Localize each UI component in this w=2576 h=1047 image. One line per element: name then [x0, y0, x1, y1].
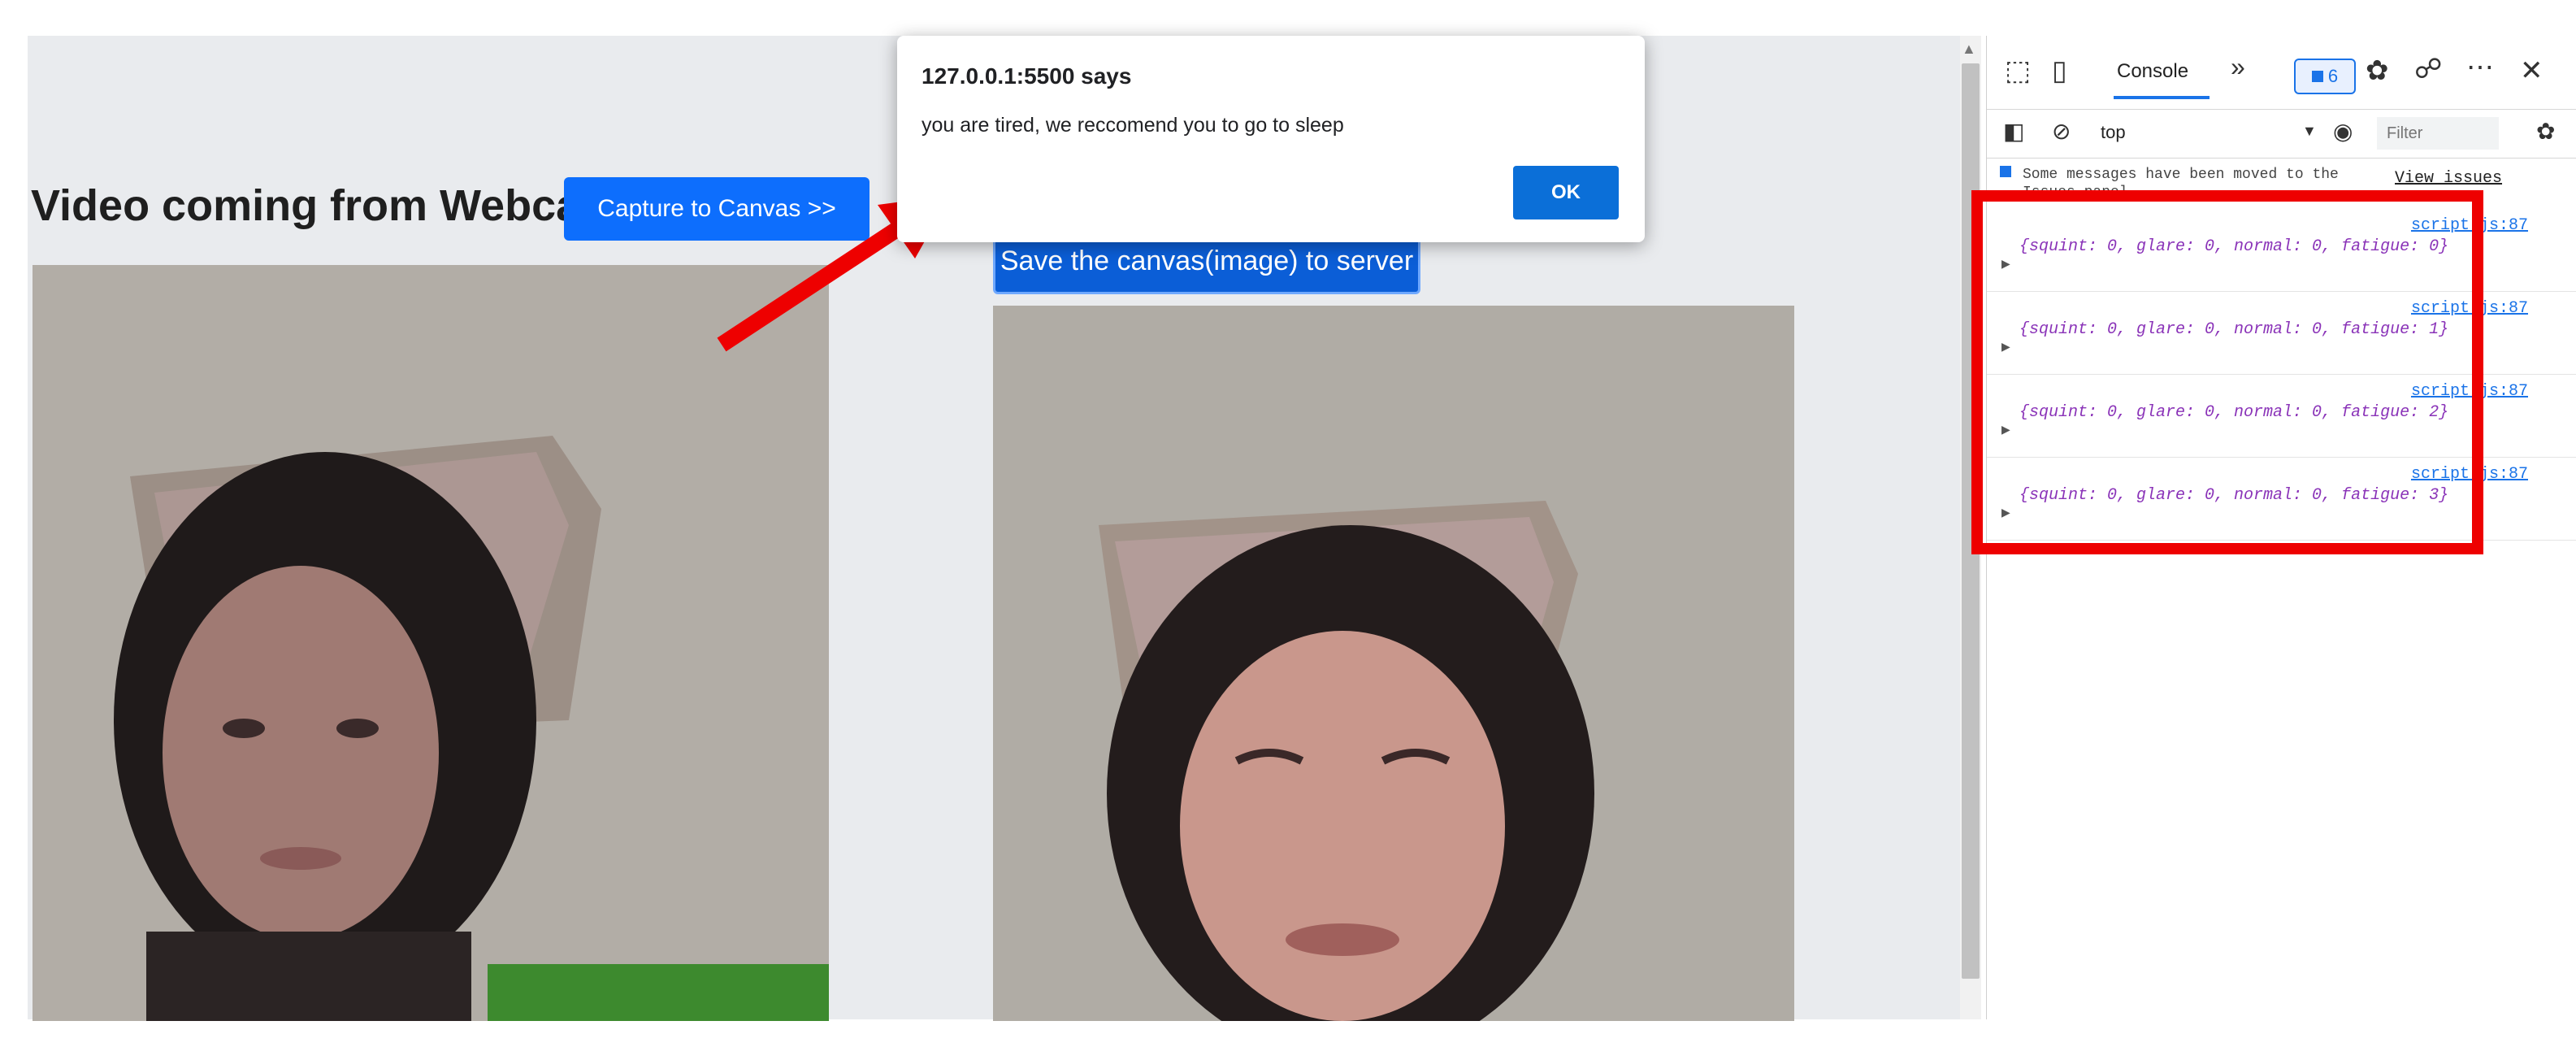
issues-flag-icon — [2311, 71, 2323, 82]
clear-console-icon[interactable]: ⊘ — [2052, 120, 2071, 143]
settings-gear-icon[interactable]: ✿ — [2366, 57, 2389, 85]
alert-dialog: 127.0.0.1:5500 says you are tired, we re… — [897, 36, 1645, 242]
dialog-ok-button[interactable]: OK — [1513, 166, 1619, 219]
scroll-up-arrow-icon[interactable]: ▲ — [1962, 41, 1976, 58]
context-selector[interactable]: top — [2101, 122, 2126, 143]
chevron-down-icon[interactable]: ▼ — [2302, 124, 2317, 138]
dialog-title: 127.0.0.1:5500 says — [922, 63, 1132, 89]
console-toolbar: ◧ ⊘ top ▼ ◉ ✿ — [1987, 111, 2576, 159]
close-icon[interactable]: ✕ — [2520, 57, 2543, 85]
active-tab-indicator — [2114, 96, 2210, 99]
issues-badge[interactable]: 6 — [2294, 59, 2356, 94]
highlight-box — [1971, 190, 2483, 554]
capture-to-canvas-button[interactable]: Capture to Canvas >> — [564, 177, 870, 241]
view-issues-link[interactable]: View issues — [2395, 169, 2502, 188]
dialog-message: you are tired, we reccomend you to go to… — [922, 114, 1344, 137]
console-settings-icon[interactable]: ✿ — [2536, 120, 2555, 143]
sidebar-toggle-icon[interactable]: ◧ — [2003, 120, 2024, 143]
eye-icon[interactable]: ◉ — [2333, 120, 2353, 143]
issues-count: 6 — [2327, 66, 2339, 86]
more-tabs-icon[interactable]: » — [2231, 54, 2245, 80]
page-heading: Video coming from Webcam — [31, 181, 620, 230]
more-options-icon[interactable]: ⋯ — [2466, 54, 2494, 81]
connection-icon[interactable]: ☍ — [2414, 55, 2442, 83]
webcam-video — [33, 265, 829, 1021]
canvas-image — [993, 306, 1794, 1021]
console-filter-input[interactable] — [2377, 117, 2499, 150]
devtools-tabbar: ⬚ ▯ Console » 6 ✿ ☍ ⋯ ✕ — [1987, 36, 2576, 110]
tab-console[interactable]: Console — [2117, 60, 2188, 83]
device-toggle-icon[interactable]: ▯ — [2052, 57, 2067, 85]
inspect-element-icon[interactable]: ⬚ — [2005, 57, 2031, 85]
info-flag-icon — [2000, 166, 2011, 177]
